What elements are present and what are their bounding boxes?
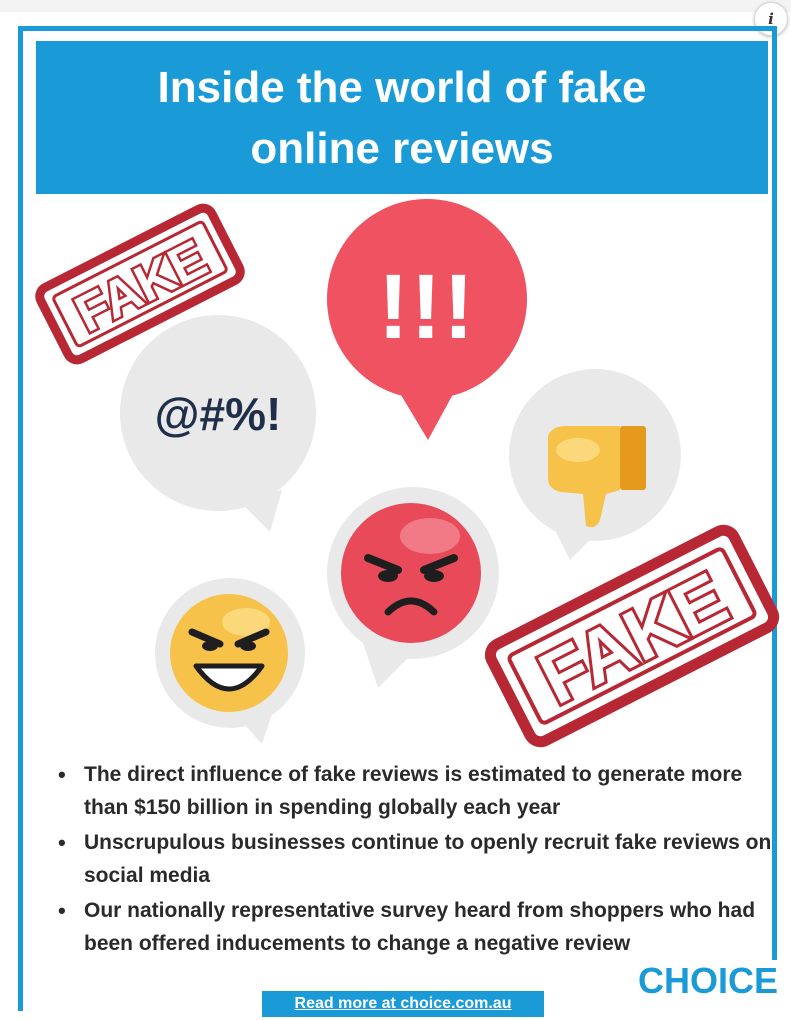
alarm-speech-bubble: !!!	[327, 199, 527, 440]
illustration: @#%! !!! FAKE FAKE	[35, 199, 780, 748]
alarm-text: !!!	[378, 256, 476, 358]
fake-stamp-bottom-right: FAKE	[484, 524, 780, 748]
key-points-list: The direct influence of fake reviews is …	[54, 758, 784, 962]
list-item: The direct influence of fake reviews is …	[54, 758, 784, 824]
read-more-link[interactable]: Read more at choice.com.au	[262, 991, 544, 1017]
brand-logo: CHOICE	[638, 960, 779, 1001]
symbols-speech-bubble: @#%!	[120, 315, 316, 532]
angry-face-speech-bubble	[327, 487, 499, 688]
thumbs-down-speech-bubble	[509, 369, 681, 560]
list-item: Unscrupulous businesses continue to open…	[54, 826, 784, 892]
angry-face-icon	[341, 503, 481, 643]
evil-grin-face-icon	[170, 594, 288, 712]
list-item: Our nationally representative survey hea…	[54, 894, 784, 960]
symbols-text: @#%!	[155, 388, 282, 440]
grin-face-speech-bubble	[155, 578, 305, 744]
